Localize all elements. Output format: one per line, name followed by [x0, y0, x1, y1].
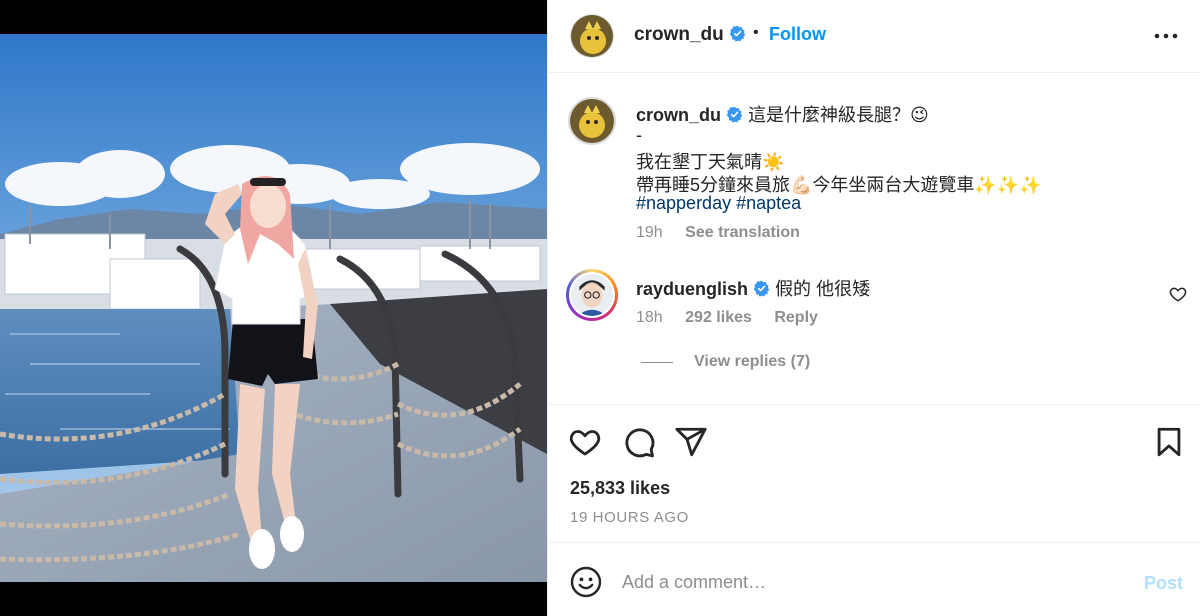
comment-likes-count[interactable]: 292 likes: [685, 309, 752, 326]
commenter-username[interactable]: rayduenglish: [636, 279, 748, 299]
caption-first-line: crown_du 這是什麼神級長腿？😉: [636, 101, 929, 127]
verified-badge-icon: [753, 280, 770, 297]
verified-badge-icon: [729, 25, 746, 42]
comment-input[interactable]: [622, 563, 1102, 601]
post-header: crown_du • Follow: [548, 0, 1200, 73]
replies-divider: [641, 362, 673, 363]
hashtag-link[interactable]: #naptea: [736, 193, 801, 213]
separator-dot: •: [753, 24, 759, 41]
author-username[interactable]: crown_du: [634, 24, 746, 46]
post-comment-button[interactable]: Post: [1144, 573, 1183, 594]
post-panel: crown_du • Follow crown_du 這是什麼神級長腿？😉 - …: [547, 0, 1200, 616]
author-avatar-image: [571, 15, 613, 57]
commenter-avatar-image: [571, 274, 613, 316]
commenter-avatar[interactable]: [566, 269, 618, 321]
caption-text-line2: -: [636, 125, 642, 145]
caption-hashtags: #napperday #naptea: [636, 193, 801, 214]
comments-section: crown_du 這是什麼神級長腿？😉 - 我在墾丁天氣晴☀️ 帶再睡5分鐘來員…: [548, 73, 1200, 405]
post-time-ago[interactable]: 19 HOURS AGO: [570, 509, 689, 526]
caption-text-line1: 這是什麼神級長腿？😉: [748, 105, 929, 125]
more-options-icon[interactable]: [1153, 26, 1179, 46]
like-heart-icon[interactable]: [568, 425, 602, 459]
post-actions: 25,833 likes 19 HOURS AGO: [548, 405, 1200, 543]
author-avatar[interactable]: [570, 14, 614, 58]
comment-text: 假的 他很矮: [775, 279, 871, 299]
view-replies-button[interactable]: View replies (7): [694, 353, 810, 371]
follow-button[interactable]: Follow: [769, 24, 826, 45]
comment-bubble-icon[interactable]: [622, 425, 656, 459]
caption-meta: 19h See translation: [636, 224, 800, 242]
share-paper-plane-icon[interactable]: [674, 425, 708, 459]
reply-button[interactable]: Reply: [774, 309, 818, 326]
caption-author-avatar[interactable]: [568, 97, 616, 145]
see-translation-button[interactable]: See translation: [685, 224, 800, 241]
caption-author-avatar-image: [570, 99, 614, 143]
likes-count[interactable]: 25,833 likes: [570, 478, 670, 499]
like-comment-heart-icon[interactable]: [1169, 285, 1187, 303]
hashtag-link[interactable]: #napperday: [636, 193, 731, 213]
caption-username[interactable]: crown_du: [636, 105, 721, 125]
emoji-icon[interactable]: [570, 566, 602, 598]
comment-composer: Post: [548, 543, 1200, 616]
caption-timestamp[interactable]: 19h: [636, 224, 663, 241]
comment-meta: 18h 292 likes Reply: [636, 309, 818, 327]
comment-timestamp[interactable]: 18h: [636, 309, 663, 326]
author-username-text[interactable]: crown_du: [634, 24, 724, 45]
post-photo[interactable]: [0, 34, 547, 582]
post-media: [0, 0, 547, 616]
verified-badge-icon: [726, 106, 743, 123]
save-bookmark-icon[interactable]: [1152, 425, 1186, 459]
comment-first-line: rayduenglish 假的 他很矮: [636, 275, 870, 301]
